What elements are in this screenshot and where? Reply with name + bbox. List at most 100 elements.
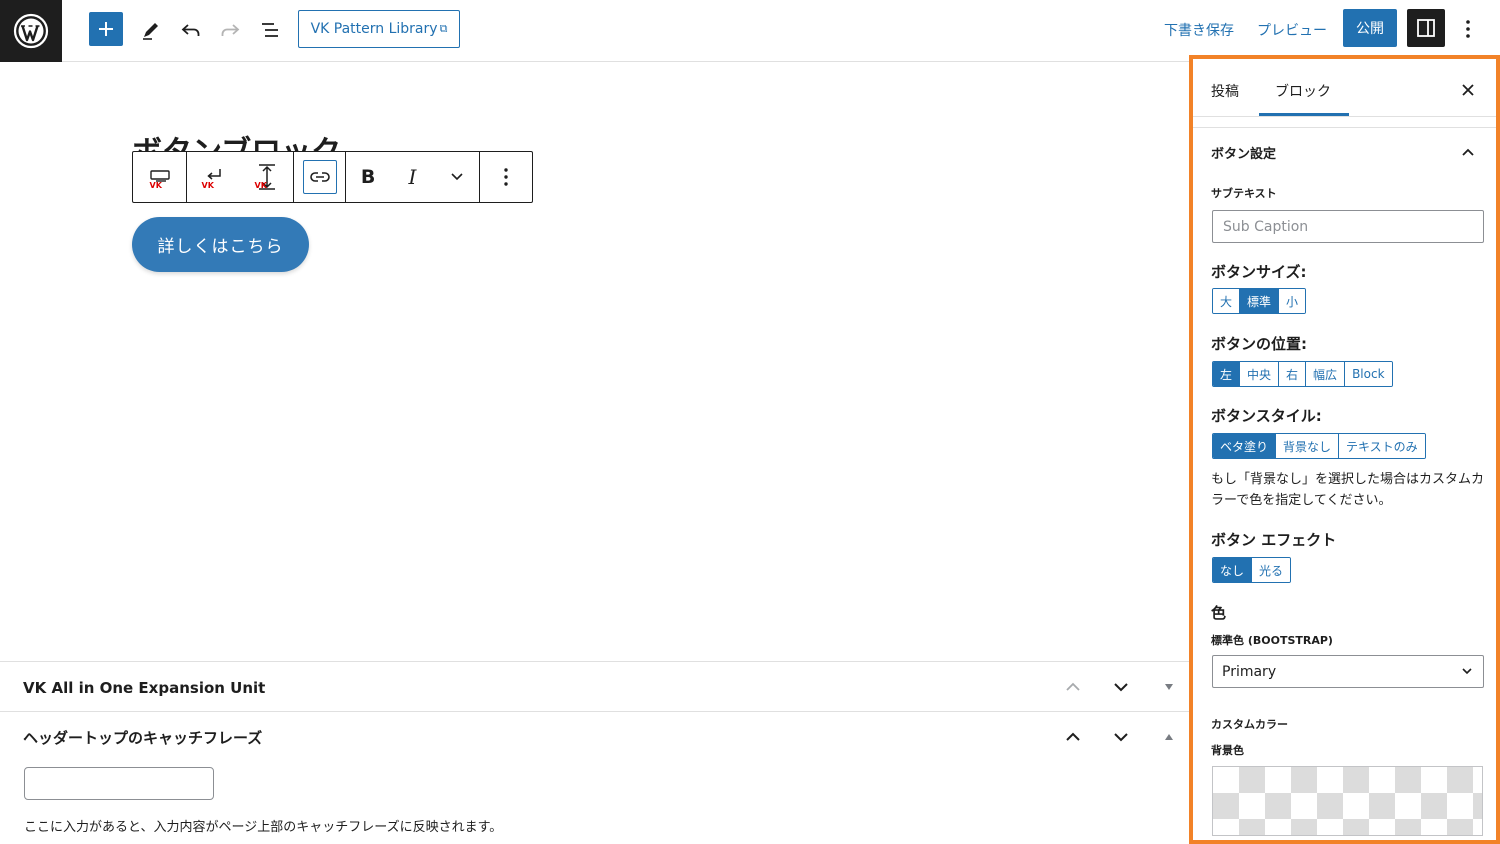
- wordpress-logo-icon[interactable]: [0, 0, 62, 62]
- active-tab-indicator: [1259, 113, 1349, 116]
- link-icon: [309, 172, 330, 182]
- options-menu-button[interactable]: [1452, 12, 1484, 46]
- preview-button[interactable]: プレビュー: [1257, 20, 1327, 40]
- pencil-icon: [143, 23, 158, 40]
- subtext-label: サブテキスト: [1211, 187, 1277, 200]
- effect-option-shine[interactable]: 光る: [1252, 558, 1291, 582]
- plus-icon: [99, 22, 113, 36]
- link-button[interactable]: [302, 160, 337, 194]
- catchphrase-input[interactable]: [24, 767, 214, 800]
- move-up-button[interactable]: [1061, 675, 1085, 699]
- vertical-spacing-button[interactable]: VK: [247, 152, 287, 202]
- button-size-selector: 大 標準 小: [1212, 288, 1307, 314]
- move-up-button[interactable]: [1061, 725, 1085, 749]
- chevron-up-icon: [1066, 732, 1080, 741]
- close-sidebar-button[interactable]: [1455, 77, 1481, 103]
- button-position-label: ボタンの位置:: [1211, 335, 1307, 353]
- vk-mark: VK: [254, 181, 267, 190]
- custom-color-label: カスタムカラー: [1211, 718, 1288, 731]
- chevron-up-icon: [1457, 142, 1479, 162]
- undo-icon: [181, 24, 200, 36]
- style-option-text-only[interactable]: テキストのみ: [1339, 434, 1425, 458]
- chevron-down-icon: [1114, 683, 1128, 692]
- subtext-input[interactable]: Sub Caption: [1212, 210, 1484, 243]
- triangle-up-icon: [1165, 734, 1173, 740]
- catchphrase-help-text: ここに入力があると、入力内容がページ上部のキャッチフレーズに反映されます。: [24, 820, 503, 835]
- settings-sidebar: 投稿 ブロック ボタン設定 サブテキスト Sub Caption ボタンサイズ:…: [1189, 55, 1500, 844]
- sidebar-icon: [1417, 19, 1435, 37]
- undo-button[interactable]: [173, 12, 209, 48]
- position-option-right[interactable]: 右: [1279, 362, 1307, 386]
- more-vertical-icon: [1466, 20, 1470, 38]
- edit-tools-button[interactable]: [133, 12, 169, 48]
- block-options-button[interactable]: [488, 152, 524, 202]
- move-down-button[interactable]: [1109, 675, 1133, 699]
- standard-color-select[interactable]: Primary: [1212, 655, 1484, 688]
- vk-pattern-library-button[interactable]: VK Pattern Library ⧉: [298, 10, 460, 48]
- style-option-solid[interactable]: ベタ塗り: [1213, 434, 1277, 458]
- vk-mark: VK: [201, 181, 214, 190]
- list-view-icon: [262, 23, 278, 37]
- chevron-down-icon: [1114, 733, 1128, 742]
- button-style-label: ボタンスタイル:: [1211, 407, 1322, 425]
- publish-button[interactable]: 公開: [1343, 9, 1397, 47]
- chevron-down-icon: [451, 173, 463, 181]
- chevron-down-icon: [1462, 668, 1472, 675]
- sidebar-tabs: 投稿 ブロック: [1193, 59, 1496, 117]
- button-effect-label: ボタン エフェクト: [1211, 531, 1337, 549]
- standard-color-value: Primary: [1222, 663, 1277, 680]
- move-down-button[interactable]: [1109, 725, 1133, 749]
- metabox-title: ヘッダートップのキャッチフレーズ: [23, 729, 263, 747]
- more-formatting-button[interactable]: [439, 152, 475, 202]
- toggle-panel-button[interactable]: [1157, 725, 1181, 749]
- editor-top-bar: VK Pattern Library ⧉ 下書き保存 プレビュー 公開: [0, 0, 1500, 62]
- size-option-large[interactable]: 大: [1213, 289, 1241, 313]
- button-style-selector: ベタ塗り 背景なし テキストのみ: [1212, 433, 1426, 459]
- italic-button[interactable]: I: [394, 152, 430, 202]
- button-size-label: ボタンサイズ:: [1211, 263, 1307, 281]
- panel-title: ボタン設定: [1211, 147, 1277, 162]
- bold-button[interactable]: B: [350, 152, 386, 202]
- external-link-icon: ⧉: [439, 22, 448, 35]
- block-type-button[interactable]: VK: [140, 152, 180, 202]
- chevron-up-icon: [1066, 682, 1080, 691]
- toggle-panel-button[interactable]: [1157, 675, 1181, 699]
- vk-mark: VK: [149, 181, 162, 190]
- style-option-outline[interactable]: 背景なし: [1276, 434, 1340, 458]
- redo-button[interactable]: [212, 12, 248, 48]
- italic-icon: I: [408, 165, 417, 189]
- button-settings-panel-header[interactable]: ボタン設定: [1193, 127, 1496, 175]
- button-position-selector: 左 中央 右 幅広 Block: [1212, 361, 1393, 387]
- block-toolbar: VK VK VK B I: [132, 151, 533, 203]
- position-option-wide[interactable]: 幅広: [1306, 362, 1346, 386]
- tab-block[interactable]: ブロック: [1275, 81, 1331, 101]
- bold-icon: B: [360, 166, 376, 188]
- triangle-down-icon: [1165, 684, 1173, 690]
- redo-icon: [221, 24, 240, 36]
- add-block-button[interactable]: [89, 12, 123, 46]
- pattern-library-label: VK Pattern Library: [310, 21, 438, 37]
- size-option-small[interactable]: 小: [1279, 289, 1306, 313]
- metabox-vk-all-in-one: VK All in One Expansion Unit: [0, 661, 1189, 711]
- size-option-standard[interactable]: 標準: [1240, 289, 1280, 313]
- move-button[interactable]: VK: [194, 152, 234, 202]
- background-color-label: 背景色: [1211, 744, 1244, 757]
- button-effect-selector: なし 光る: [1212, 557, 1292, 583]
- more-vertical-icon: [504, 168, 508, 186]
- effect-option-none[interactable]: なし: [1213, 558, 1253, 582]
- canvas-button-block[interactable]: 詳しくはこちら: [132, 217, 309, 272]
- close-icon: [1462, 84, 1474, 96]
- style-note: もし「背景なし」を選択した場合はカスタムカラーで色を指定してください。: [1211, 472, 1485, 508]
- color-label: 色: [1211, 604, 1227, 622]
- background-color-picker[interactable]: [1212, 766, 1483, 836]
- save-draft-button[interactable]: 下書き保存: [1164, 20, 1234, 40]
- tab-post[interactable]: 投稿: [1211, 81, 1239, 101]
- standard-color-label: 標準色 (BOOTSTRAP): [1211, 634, 1333, 647]
- metabox-header-catchphrase: ヘッダートップのキャッチフレーズ ここに入力があると、入力内容がページ上部のキャ…: [0, 711, 1189, 844]
- position-option-left[interactable]: 左: [1213, 362, 1241, 386]
- document-overview-button[interactable]: [252, 12, 288, 48]
- position-option-block[interactable]: Block: [1345, 362, 1392, 386]
- metabox-title: VK All in One Expansion Unit: [23, 679, 266, 697]
- position-option-center[interactable]: 中央: [1240, 362, 1280, 386]
- settings-sidebar-toggle[interactable]: [1407, 9, 1445, 47]
